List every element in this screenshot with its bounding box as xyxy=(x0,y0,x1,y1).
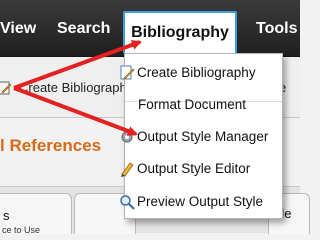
pencil-icon xyxy=(121,162,134,177)
menu-item-output-style-editor[interactable]: Output Style Editor xyxy=(121,154,282,184)
menu-item-output-style-manager[interactable]: Output Style Manager xyxy=(121,122,282,152)
menu-item-create-bibliography[interactable]: Create Bibliography xyxy=(120,58,282,88)
create-bibliography-button[interactable]: Create Bibliography xyxy=(19,80,133,95)
footer-note: ce to Use xyxy=(2,225,41,235)
document-pencil-icon xyxy=(120,65,135,80)
bibliography-dropdown-menu: Create Bibliography Format Document Outp… xyxy=(120,53,283,219)
menubar: View Search Bibliography Tools xyxy=(0,0,300,57)
menu-item-label: Output Style Editor xyxy=(137,161,251,176)
section-title: l References xyxy=(0,136,102,155)
menu-item-label: Create Bibliography xyxy=(137,65,256,80)
menu-item-label: Output Style Manager xyxy=(137,129,269,144)
menu-item-label: Format Document xyxy=(138,97,247,112)
menu-item-label: Preview Output Style xyxy=(137,194,264,209)
magnifier-icon xyxy=(120,195,135,210)
menu-search[interactable]: Search xyxy=(57,14,110,44)
menu-item-format-document[interactable]: Format Document xyxy=(125,90,282,120)
tab-first-label: s xyxy=(3,208,10,223)
gear-icon xyxy=(121,131,133,143)
menu-view[interactable]: View xyxy=(0,14,36,44)
menu-bibliography[interactable]: Bibliography xyxy=(123,11,237,53)
document-pencil-icon xyxy=(0,81,12,95)
menu-tools[interactable]: Tools xyxy=(256,14,297,44)
menu-item-preview-output-style[interactable]: Preview Output Style xyxy=(120,187,282,217)
